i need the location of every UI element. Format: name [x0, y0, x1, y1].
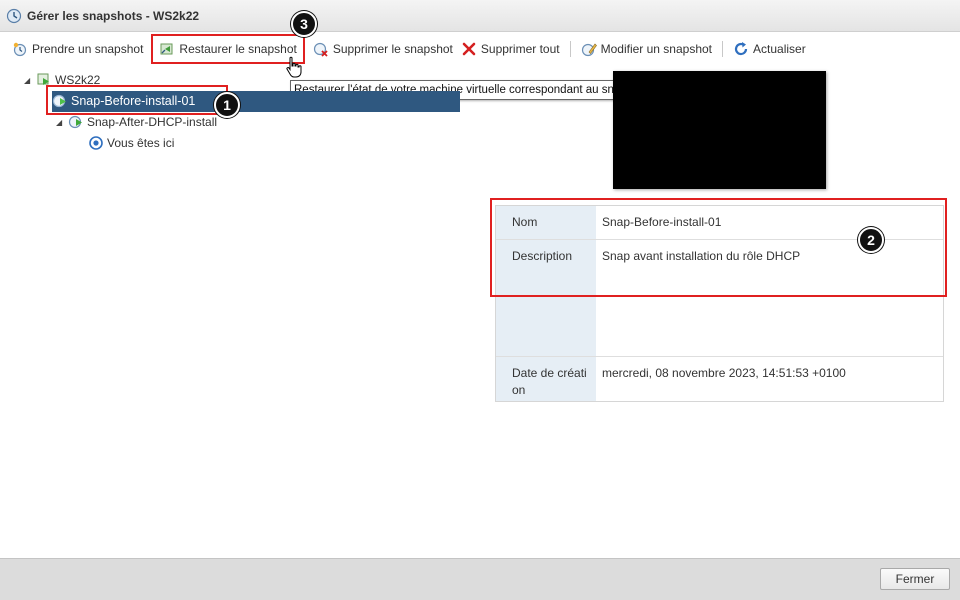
edit-snapshot-label: Modifier un snapshot — [600, 41, 713, 56]
delete-snapshot-icon — [313, 42, 328, 57]
dialog-footer: Fermer — [0, 558, 960, 600]
window-titlebar: Gérer les snapshots - WS2k22 — [0, 0, 960, 32]
tree-node-snap2-label: Snap-After-DHCP-install — [87, 115, 218, 129]
tree-node-snap2[interactable]: ◢ Snap-After-DHCP-install — [56, 112, 217, 132]
take-snapshot-button[interactable]: Prendre un snapshot — [8, 37, 147, 61]
snapshot-node-icon — [68, 115, 82, 129]
delete-snapshot-button[interactable]: Supprimer le snapshot — [309, 37, 457, 61]
take-snapshot-label: Prendre un snapshot — [32, 41, 144, 56]
snapshot-manager-icon — [6, 8, 22, 23]
delete-snapshot-label: Supprimer le snapshot — [332, 41, 453, 56]
restore-snapshot-icon — [160, 43, 173, 54]
restore-snapshot-label: Restaurer le snapshot — [179, 41, 297, 56]
callout-2: 2 — [858, 227, 884, 253]
toolbar-separator — [569, 40, 571, 57]
restore-snapshot-button[interactable]: Restaurer le snapshot — [151, 33, 305, 64]
collapse-arrow-icon[interactable]: ◢ — [24, 76, 36, 85]
refresh-button[interactable]: Actualiser — [729, 37, 810, 61]
toolbar-separator — [722, 40, 724, 57]
property-row-date: Date de création mercredi, 08 novembre 2… — [496, 357, 943, 402]
edit-snapshot-button[interactable]: Modifier un snapshot — [577, 37, 716, 61]
callout-1: 1 — [214, 92, 240, 118]
edit-snapshot-icon — [581, 43, 597, 56]
tree-node-current-label: Vous êtes ici — [107, 136, 175, 150]
toolbar: Prendre un snapshot Restaurer le snapsho… — [0, 33, 960, 64]
hand-cursor-icon — [286, 56, 302, 78]
tree-node-current[interactable]: Vous êtes ici — [88, 133, 174, 153]
callout-3: 3 — [291, 11, 317, 37]
you-are-here-icon — [89, 136, 103, 150]
close-button[interactable]: Fermer — [880, 568, 950, 590]
property-date-label: Date de création — [512, 366, 587, 397]
delete-all-label: Supprimer tout — [480, 41, 560, 56]
refresh-label: Actualiser — [753, 41, 806, 56]
window-title: Gérer les snapshots - WS2k22 — [27, 8, 200, 23]
delete-all-icon — [462, 42, 476, 55]
selection-highlight-frame — [46, 85, 228, 115]
take-snapshot-icon — [13, 42, 27, 56]
delete-all-button[interactable]: Supprimer tout — [457, 37, 564, 61]
property-date-value: mercredi, 08 novembre 2023, 14:51:53 +01… — [602, 366, 846, 380]
refresh-icon — [734, 41, 748, 55]
collapse-arrow-icon[interactable]: ◢ — [56, 118, 68, 127]
snapshot-preview-thumbnail — [613, 71, 826, 189]
